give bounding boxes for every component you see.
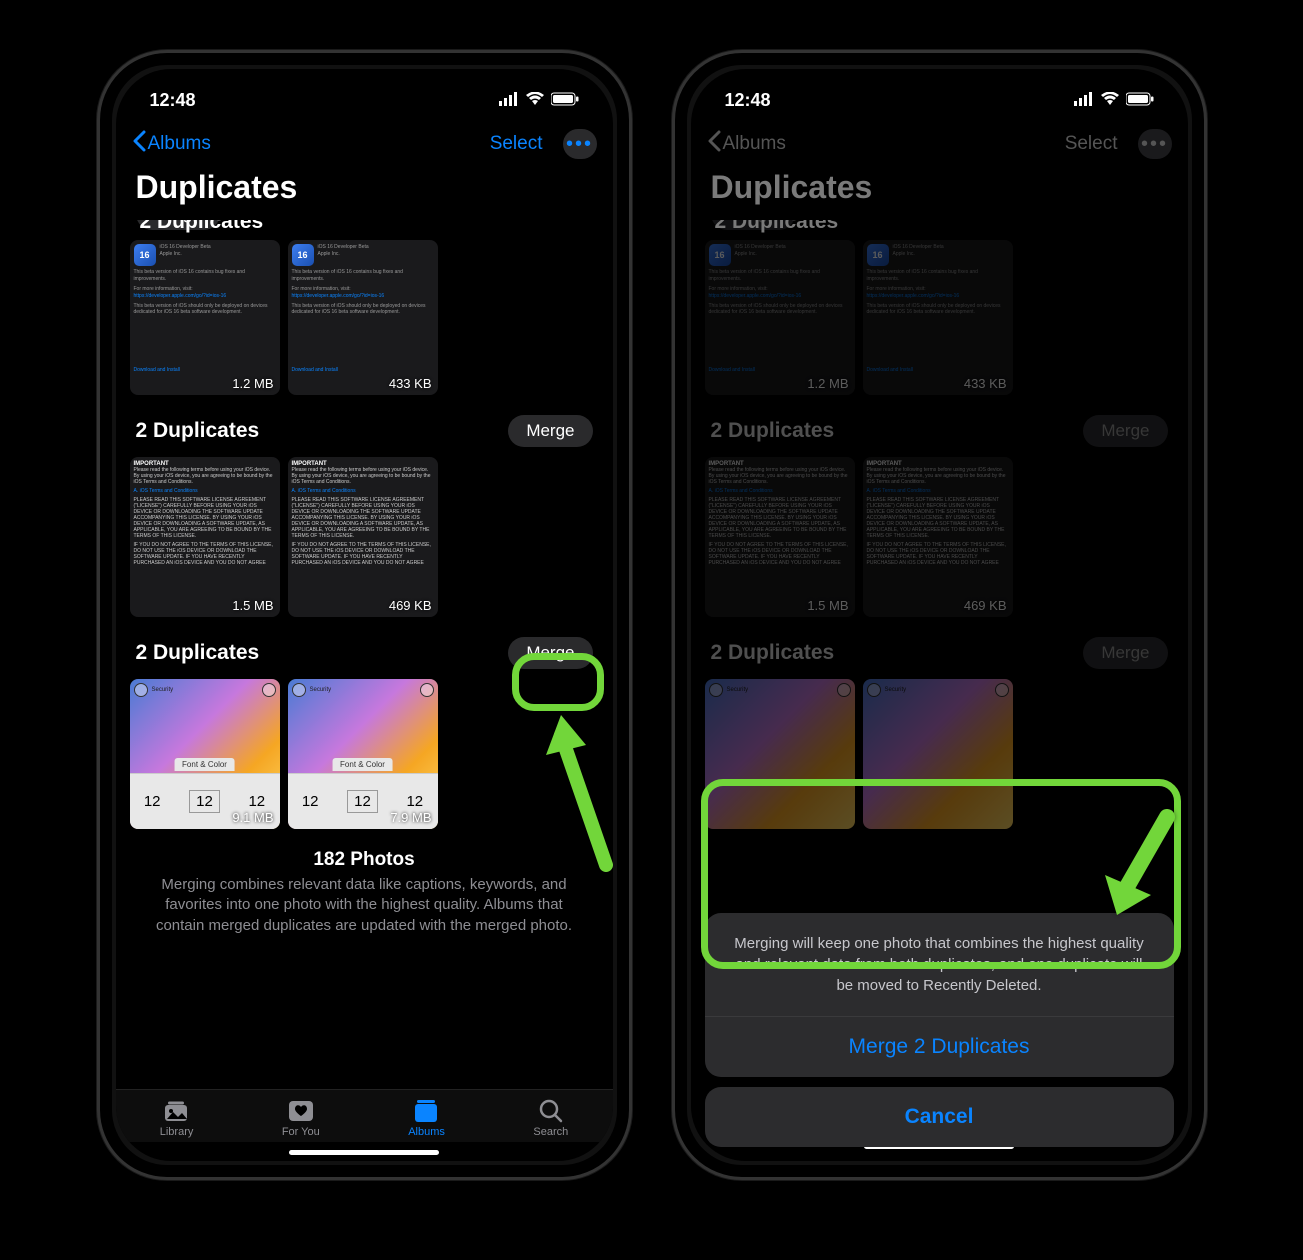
library-icon [162, 1098, 192, 1124]
file-size: 1.2 MB [807, 376, 848, 391]
sheet-card: Merging will keep one photo that combine… [705, 913, 1174, 1077]
battery-icon [1126, 90, 1154, 111]
sheet-description: Merging will keep one photo that combine… [705, 913, 1174, 1017]
tab-label: Albums [408, 1126, 445, 1138]
back-label: Albums [723, 133, 786, 155]
file-size: 469 KB [964, 598, 1007, 613]
back-button[interactable]: Albums [132, 130, 211, 158]
duplicate-group: 2 Duplicates Merge Security Font & Color… [126, 631, 603, 829]
file-size: 1.5 MB [232, 598, 273, 613]
tab-search[interactable]: Search [533, 1098, 568, 1138]
foryou-icon [286, 1098, 316, 1124]
tab-foryou[interactable]: For You [282, 1098, 320, 1138]
tab-label: Library [160, 1126, 194, 1138]
more-button[interactable]: ••• [563, 129, 597, 159]
home-indicator[interactable] [289, 1150, 439, 1155]
back-button: Albums [707, 130, 786, 158]
file-size: 1.2 MB [232, 376, 273, 391]
tab-bar: Library For You Albums Search [116, 1089, 613, 1142]
group-label: 2 Duplicates [715, 220, 839, 234]
tab-label: Search [533, 1126, 568, 1138]
status-indicators [499, 90, 579, 111]
more-button: ••• [1138, 129, 1172, 159]
group-label: 2 Duplicates [140, 220, 264, 234]
file-size: 469 KB [389, 598, 432, 613]
status-time: 12:48 [725, 90, 771, 111]
page-title: Duplicates [691, 165, 1188, 220]
page-title: Duplicates [116, 165, 613, 220]
duplicate-thumb: IMPORTANT Please read the following term… [705, 457, 855, 617]
albums-icon [412, 1098, 442, 1124]
chevron-left-icon [707, 130, 721, 158]
notch [282, 69, 447, 107]
group-label: 2 Duplicates [711, 641, 835, 665]
duplicate-thumb[interactable]: IMPORTANT Please read the following term… [288, 457, 438, 617]
merge-duplicates-button[interactable]: Merge 2 Duplicates [705, 1017, 1174, 1077]
group-label: 2 Duplicates [136, 641, 260, 665]
merge-button[interactable]: Merge [508, 415, 592, 447]
file-size: 433 KB [389, 376, 432, 391]
ellipsis-icon: ••• [566, 133, 593, 156]
file-size: 9.1 MB [232, 810, 273, 825]
battery-icon [551, 90, 579, 111]
cellular-icon [499, 90, 519, 111]
duplicate-group: 2 Duplicates Merge IMPORTANT Please read… [126, 409, 603, 617]
duplicate-thumb: 16iOS 16 Developer BetaApple Inc. This b… [863, 240, 1013, 395]
status-time: 12:48 [150, 90, 196, 111]
select-button: Select [1055, 129, 1128, 159]
wifi-icon [1100, 90, 1120, 111]
action-sheet: Merging will keep one photo that combine… [705, 913, 1174, 1147]
merge-button[interactable]: Merge [508, 637, 592, 669]
tab-albums[interactable]: Albums [408, 1098, 445, 1138]
screen-left: 12:48 Albums Select ••• Duplicates [116, 69, 613, 1161]
cellular-icon [1074, 90, 1094, 111]
group-label: 2 Duplicates [711, 419, 835, 443]
file-size: 1.5 MB [807, 598, 848, 613]
iphone-left: 12:48 Albums Select ••• Duplicates [97, 50, 632, 1180]
content-area[interactable]: 2 Duplicates Merge 16iOS 16 Developer Be… [116, 220, 613, 1089]
duplicate-thumb: IMPORTANT Please read the following term… [863, 457, 1013, 617]
nav-bar: Albums Select ••• [691, 121, 1188, 165]
merge-button: Merge [1083, 415, 1167, 447]
search-icon [536, 1098, 566, 1124]
notch [857, 69, 1022, 107]
iphone-right: 12:48 Albums Select ••• Duplicates [672, 50, 1207, 1180]
duplicate-thumb: Security [705, 679, 855, 829]
file-size: 433 KB [964, 376, 1007, 391]
duplicate-group: 2 Duplicates Merge 16iOS 16 Developer Be… [126, 220, 603, 395]
wifi-icon [525, 90, 545, 111]
tab-library[interactable]: Library [160, 1098, 194, 1138]
select-button[interactable]: Select [480, 129, 553, 159]
nav-bar: Albums Select ••• [116, 121, 613, 165]
duplicate-thumb: Security [863, 679, 1013, 829]
duplicate-thumb[interactable]: 16iOS 16 Developer BetaApple Inc. This b… [288, 240, 438, 395]
duplicate-thumb[interactable]: Security Font & Color 12 12 12 7.9 MB [288, 679, 438, 829]
tab-label: For You [282, 1126, 320, 1138]
file-size: 7.9 MB [390, 810, 431, 825]
duplicate-thumb[interactable]: Security Font & Color 12 12 12 9.1 MB [130, 679, 280, 829]
chevron-left-icon [132, 130, 146, 158]
cancel-button[interactable]: Cancel [705, 1087, 1174, 1147]
duplicate-group: 2 Duplicates Merge Security Security [701, 631, 1178, 829]
footer-description: Merging combines relevant data like capt… [126, 871, 603, 936]
ellipsis-icon: ••• [1141, 133, 1168, 156]
duplicate-thumb[interactable]: IMPORTANT Please read the following term… [130, 457, 280, 617]
group-label: 2 Duplicates [136, 419, 260, 443]
back-label: Albums [148, 133, 211, 155]
status-indicators [1074, 90, 1154, 111]
duplicate-group: 2 Duplicates Merge 16iOS 16 Developer Be… [701, 220, 1178, 395]
duplicate-thumb: 16iOS 16 Developer BetaApple Inc. This b… [705, 240, 855, 395]
screen-right: 12:48 Albums Select ••• Duplicates [691, 69, 1188, 1161]
photo-count: 182 Photos [126, 849, 603, 871]
duplicate-thumb[interactable]: 16iOS 16 Developer BetaApple Inc. This b… [130, 240, 280, 395]
duplicate-group: 2 Duplicates Merge IMPORTANT Please read… [701, 409, 1178, 617]
merge-button: Merge [1083, 637, 1167, 669]
